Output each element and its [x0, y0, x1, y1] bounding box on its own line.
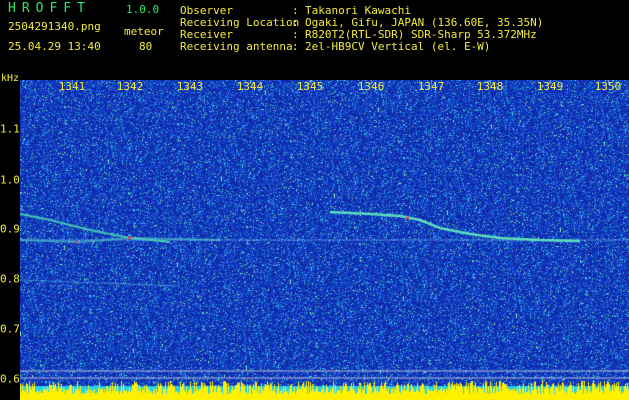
x-tick-label: 1344 [236, 80, 264, 93]
app-version: 1.0.0 [126, 3, 160, 16]
x-tick-label: 1350 [594, 80, 622, 93]
x-tick-label: 1349 [536, 80, 564, 93]
x-tick-label: 1342 [116, 80, 144, 93]
antenna-value: 2el-HB9CV Vertical (el. E-W) [305, 40, 491, 53]
app-logo: HROFFT [8, 1, 91, 16]
y-tick-label: 0.7 [0, 322, 20, 336]
x-tick-label: 1341 [58, 80, 86, 93]
y-unit-label: kHz [1, 73, 20, 84]
x-tick-label: 1346 [357, 80, 385, 93]
datetime-label: 25.04.29 13:40 [8, 40, 101, 53]
x-tick-label: 1348 [476, 80, 504, 93]
mode-label: meteor [124, 25, 164, 38]
antenna-label: Receiving antenna [180, 40, 293, 53]
spectrogram-canvas [20, 80, 629, 400]
x-tick-label: 1347 [417, 80, 445, 93]
y-tick-label: 1.1 [0, 122, 20, 136]
mode-value: 80 [139, 40, 153, 53]
y-tick-label: 0.9 [0, 222, 20, 236]
antenna-sep: : [292, 40, 299, 53]
y-tick-label: 1.0 [0, 173, 20, 187]
y-tick-label: 0.8 [0, 272, 20, 286]
x-tick-label: 1343 [176, 80, 204, 93]
y-tick-label: 0.6 [0, 372, 20, 386]
x-tick-label: 1345 [296, 80, 324, 93]
filename-label: 2504291340.png [8, 20, 101, 33]
